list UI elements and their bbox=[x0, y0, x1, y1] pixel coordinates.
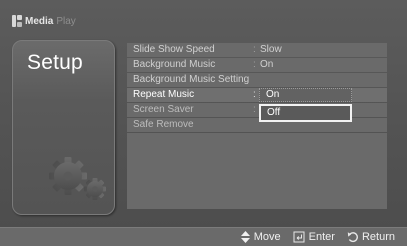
updown-arrows-icon bbox=[240, 231, 250, 243]
menu-item-label: Screen Saver bbox=[133, 104, 194, 115]
menu-empty-area bbox=[127, 133, 387, 209]
dropdown-option-on[interactable]: On bbox=[259, 88, 352, 102]
brand-header: Media Play bbox=[12, 10, 76, 32]
hint-move: Move bbox=[240, 231, 281, 243]
brand-name: Media bbox=[25, 15, 54, 27]
menu-item-background-music[interactable]: Background Music : On bbox=[127, 58, 387, 72]
menu-item-label: Background Music bbox=[133, 59, 216, 70]
menu-item-label: Slide Show Speed bbox=[133, 44, 215, 55]
repeat-music-dropdown[interactable]: On Off bbox=[259, 88, 352, 124]
menu-item-separator: : bbox=[253, 44, 256, 55]
menu-item-separator: : bbox=[253, 59, 256, 70]
key-guide-bar: Move Enter Return bbox=[0, 227, 407, 246]
menu-item-slide-show-speed[interactable]: Slide Show Speed : Slow bbox=[127, 43, 387, 57]
menu-item-separator: : bbox=[253, 89, 256, 100]
menu-item-label: Safe Remove bbox=[133, 119, 194, 130]
dropdown-option-off[interactable]: Off bbox=[259, 104, 352, 122]
setup-menu: Slide Show Speed : Slow Background Music… bbox=[127, 43, 387, 209]
menu-item-value: Slow bbox=[260, 44, 282, 55]
brand-logo-icon bbox=[12, 15, 23, 27]
hint-label: Enter bbox=[308, 231, 335, 243]
return-icon bbox=[347, 232, 358, 243]
menu-item-value: On bbox=[260, 59, 274, 70]
enter-icon bbox=[293, 231, 305, 243]
tv-screen: Media Play Setup Slide Show Speed: Slow… bbox=[0, 0, 407, 246]
hint-label: Return bbox=[361, 231, 395, 243]
gears-icon bbox=[49, 157, 106, 200]
setup-panel: Setup bbox=[12, 40, 115, 215]
hint-label: Move bbox=[253, 231, 281, 243]
menu-item-label: Repeat Music bbox=[133, 89, 195, 100]
hint-return: Return bbox=[347, 231, 395, 243]
menu-item-background-music-setting[interactable]: Background Music Setting bbox=[127, 73, 387, 87]
brand-subtitle: Play bbox=[56, 15, 76, 27]
menu-item-separator: : bbox=[253, 104, 256, 115]
panel-title: Setup bbox=[27, 51, 83, 74]
hint-enter: Enter bbox=[293, 231, 335, 243]
menu-item-label: Background Music Setting bbox=[133, 74, 250, 85]
